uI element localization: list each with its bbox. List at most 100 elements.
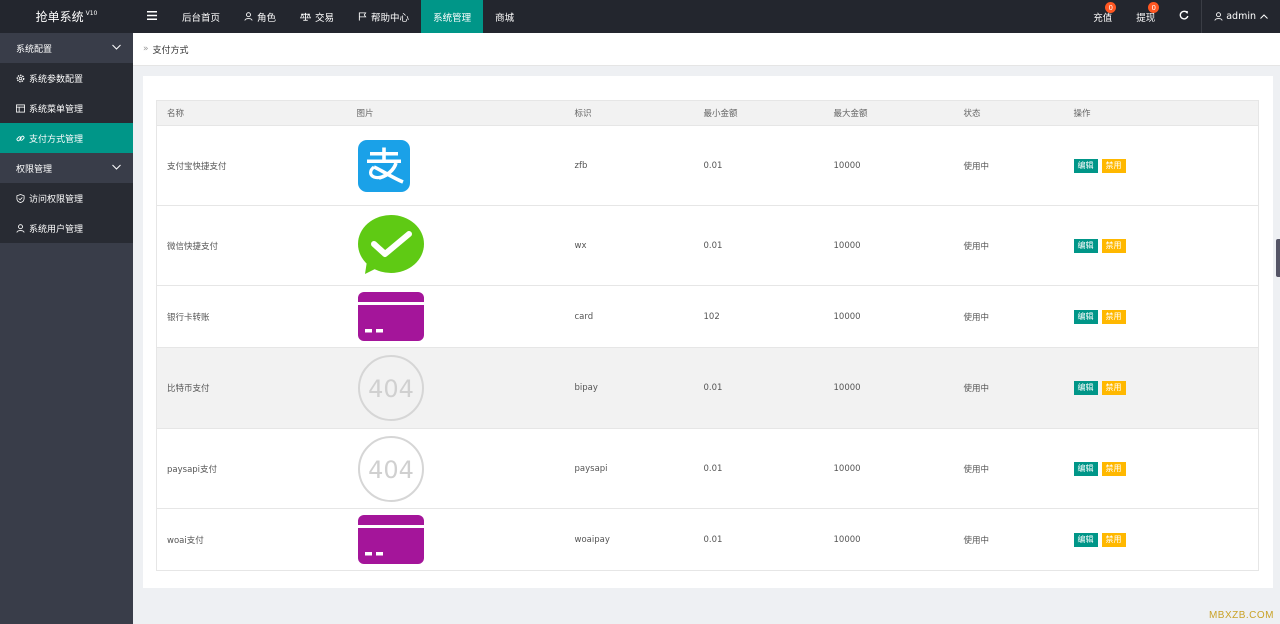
refresh-button[interactable] xyxy=(1167,0,1201,33)
scale-icon xyxy=(300,12,312,21)
cell-min-amount: 0.01 xyxy=(693,205,824,286)
column-header-image: 图片 xyxy=(346,100,565,126)
sidebar-item-system-menu[interactable]: 系统菜单管理 xyxy=(0,93,133,123)
recharge-button[interactable]: 充值 0 xyxy=(1081,0,1124,33)
table-header-row: 名称 图片 标识 最小金额 最大金额 状态 操作 xyxy=(156,100,1259,126)
cell-min-amount: 0.01 xyxy=(693,125,824,206)
app-title: 抢单系统 xyxy=(35,10,84,24)
cell-image: 404 xyxy=(346,428,565,509)
nav-item-label: 系统管理 xyxy=(433,12,472,24)
cell-image xyxy=(346,508,565,571)
sidebar-item-system-params[interactable]: 系统参数配置 xyxy=(0,63,133,93)
column-header-code: 标识 xyxy=(564,100,694,126)
sidebar-group-permissions[interactable]: 权限管理 xyxy=(0,153,133,183)
chevron-down-icon xyxy=(112,43,121,53)
cell-code: bipay xyxy=(564,347,694,429)
breadcrumb-current[interactable]: 支付方式 xyxy=(153,43,189,56)
menu-toggle-button[interactable] xyxy=(133,0,170,33)
image-not-found-icon: 404 xyxy=(357,435,424,502)
nav-item-mall[interactable]: 商城 xyxy=(483,0,526,33)
disable-button[interactable]: 禁用 xyxy=(1101,309,1126,324)
cell-min-amount: 102 xyxy=(693,285,824,348)
cell-code: zfb xyxy=(564,125,694,206)
hamburger-icon xyxy=(146,10,157,23)
disable-button[interactable]: 禁用 xyxy=(1101,532,1126,547)
cell-code: wx xyxy=(564,205,694,286)
user-icon xyxy=(1214,12,1223,21)
nav-item-roles[interactable]: 角色 xyxy=(232,0,288,33)
cell-status: 使用中 xyxy=(953,125,1064,206)
nav-item-label: 后台首页 xyxy=(182,12,221,24)
watermark: MBXZB.COM xyxy=(1208,610,1274,621)
nav-item-system[interactable]: 系统管理 xyxy=(421,0,484,33)
shield-icon xyxy=(16,193,25,203)
edit-button[interactable]: 编辑 xyxy=(1073,309,1098,324)
cell-status: 使用中 xyxy=(953,205,1064,286)
table-row: paysapi支付 404 paysapi 0.01 10000 使用中 编辑禁… xyxy=(156,428,1259,509)
nav-item-home[interactable]: 后台首页 xyxy=(170,0,232,33)
cell-name: 微信快捷支付 xyxy=(156,205,347,286)
cell-max-amount: 10000 xyxy=(823,428,954,509)
user-menu[interactable]: admin xyxy=(1202,0,1280,33)
edit-button[interactable]: 编辑 xyxy=(1073,158,1098,173)
nav-item-label: 帮助中心 xyxy=(371,12,410,24)
disable-button[interactable]: 禁用 xyxy=(1101,461,1126,476)
user-icon xyxy=(244,12,253,21)
cell-code: card xyxy=(564,285,694,348)
sidebar-item-payment-methods[interactable]: 支付方式管理 xyxy=(0,123,133,153)
nav-item-trade[interactable]: 交易 xyxy=(288,0,346,33)
edit-button[interactable]: 编辑 xyxy=(1073,381,1098,395)
bank-card-icon xyxy=(357,292,424,341)
column-header-status: 状态 xyxy=(953,100,1064,126)
cell-image xyxy=(346,205,565,286)
flag-icon xyxy=(358,12,367,21)
cell-name: paysapi支付 xyxy=(156,428,347,509)
sidebar-item-system-users[interactable]: 系统用户管理 xyxy=(0,213,133,243)
sidebar-item-access-permissions[interactable]: 访问权限管理 xyxy=(0,183,133,213)
withdraw-button[interactable]: 提现 0 xyxy=(1124,0,1167,33)
cell-image xyxy=(346,125,565,206)
not-found-text: 404 xyxy=(368,456,414,484)
edit-button[interactable]: 编辑 xyxy=(1073,532,1098,547)
nav-item-label: 交易 xyxy=(315,12,335,24)
sidebar-group-label: 权限管理 xyxy=(16,164,53,175)
cell-name: 比特币支付 xyxy=(156,347,347,429)
table-row: woai支付 woaipay 0.01 10000 使用中 编辑 禁用 xyxy=(156,508,1259,571)
content-card: 名称 图片 标识 最小金额 最大金额 状态 操作 支付宝快捷支付 zfb 0.0… xyxy=(143,76,1273,588)
cell-actions: 编辑 禁用 xyxy=(1063,508,1259,571)
edit-button[interactable]: 编辑 xyxy=(1073,238,1098,253)
nav-item-help[interactable]: 帮助中心 xyxy=(346,0,421,33)
sidebar: 系统配置 系统参数配置 系统菜单管理 支付方式管理 权限管理 访问权限管理 系统… xyxy=(0,33,133,624)
cell-actions: 编辑 禁用 xyxy=(1063,428,1259,509)
disable-button[interactable]: 禁用 xyxy=(1101,381,1126,395)
disable-button[interactable]: 禁用 xyxy=(1101,238,1126,253)
image-not-found-icon: 404 xyxy=(357,355,424,421)
edit-button[interactable]: 编辑 xyxy=(1073,461,1098,476)
sidebar-item-label: 系统参数配置 xyxy=(29,74,84,85)
bank-card-icon xyxy=(357,515,424,564)
cell-status: 使用中 xyxy=(953,285,1064,348)
table-row: 微信快捷支付 wx 0.01 10000 使用中 编辑 禁用 xyxy=(156,205,1259,286)
cell-actions: 编辑 禁用 xyxy=(1063,125,1259,206)
sidebar-group-label: 系统配置 xyxy=(16,44,53,55)
cell-min-amount: 0.01 xyxy=(693,428,824,509)
cell-name: 银行卡转账 xyxy=(156,285,347,348)
cell-name: 支付宝快捷支付 xyxy=(156,125,347,206)
app-logo[interactable]: 抢单系统 V10 xyxy=(0,0,133,33)
cell-status: 使用中 xyxy=(953,347,1064,429)
cell-max-amount: 10000 xyxy=(823,508,954,571)
withdraw-badge: 0 xyxy=(1148,2,1160,13)
disable-button[interactable]: 禁用 xyxy=(1101,158,1126,173)
cell-max-amount: 10000 xyxy=(823,285,954,348)
cell-max-amount: 10000 xyxy=(823,347,954,429)
sidebar-group-system-config[interactable]: 系统配置 xyxy=(0,33,133,63)
column-header-min-amount: 最小金额 xyxy=(693,100,824,126)
sidebar-item-label: 支付方式管理 xyxy=(29,134,84,145)
cell-actions: 编辑 禁用 xyxy=(1063,285,1259,348)
user-name: admin xyxy=(1226,11,1256,22)
cell-code: woaipay xyxy=(564,508,694,571)
cell-min-amount: 0.01 xyxy=(693,347,824,429)
cell-status: 使用中 xyxy=(953,508,1064,571)
side-drawer-handle[interactable] xyxy=(1276,239,1280,277)
cell-code: paysapi xyxy=(564,428,694,509)
